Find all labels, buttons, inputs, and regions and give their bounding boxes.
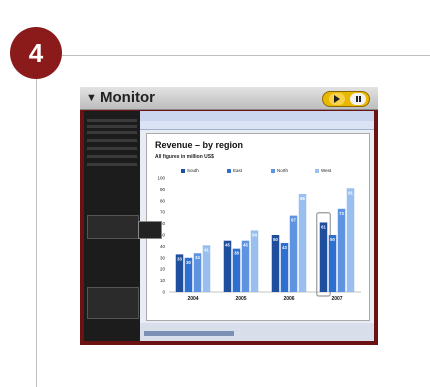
bar-west-2007	[346, 188, 355, 292]
panel-row	[87, 131, 137, 134]
floating-slide-panel[interactable]	[138, 221, 162, 239]
panel-row	[87, 139, 137, 142]
panel-row	[87, 125, 137, 128]
panel-group	[87, 215, 139, 239]
x-category-label: 2007	[331, 296, 342, 302]
y-tick-label: 0	[162, 290, 165, 295]
y-tick-label: 40	[160, 244, 166, 249]
triangle-down-icon[interactable]: ▼	[86, 92, 97, 104]
y-tick-label: 90	[160, 187, 166, 192]
bar-value-label: 61	[321, 224, 326, 229]
bar-value-label: 73	[339, 211, 344, 216]
bar-east-2006	[280, 242, 289, 292]
y-tick-label: 100	[157, 176, 165, 181]
header-divider	[62, 55, 430, 56]
bar-value-label: 45	[225, 243, 230, 248]
bar-west-2005	[250, 230, 259, 292]
slide-canvas: Revenue – by region All figures in milli…	[146, 133, 370, 321]
panel-group	[87, 287, 139, 319]
monitor-screen: Revenue – by region All figures in milli…	[84, 111, 374, 341]
app-toolbar	[140, 121, 374, 130]
panel-row	[87, 155, 137, 158]
taskbar-icons	[144, 331, 234, 336]
bar-north-2005	[241, 240, 250, 292]
bar-value-label: 30	[186, 260, 191, 265]
bar-value-label: 50	[273, 237, 278, 242]
bar-south-2007	[319, 222, 328, 292]
bar-value-label: 38	[234, 251, 239, 256]
panel-row	[87, 147, 137, 150]
x-category-label: 2004	[187, 296, 198, 302]
bar-south-2005	[223, 240, 232, 292]
revenue-bar-chart: 0102030405060708090100333034412004453845…	[157, 176, 361, 302]
slide-title: Revenue – by region	[155, 140, 244, 150]
y-tick-label: 70	[160, 210, 166, 215]
y-tick-label: 10	[160, 278, 166, 283]
app-menu-bar	[140, 111, 374, 121]
play-icon[interactable]	[329, 93, 345, 105]
x-category-label: 2005	[235, 296, 246, 302]
y-tick-label: 20	[160, 267, 166, 272]
panel-row	[87, 119, 137, 122]
bar-value-label: 54	[252, 232, 257, 237]
playback-controls	[322, 91, 370, 107]
bar-east-2007	[328, 235, 337, 292]
step-number-badge: 4	[10, 27, 62, 79]
panel-row	[87, 163, 137, 166]
bar-value-label: 67	[291, 218, 296, 223]
bar-west-2006	[298, 193, 307, 292]
bar-value-label: 86	[300, 196, 305, 201]
bar-value-label: 33	[177, 256, 182, 261]
pause-icon[interactable]	[350, 93, 366, 105]
bar-value-label: 41	[204, 247, 209, 252]
presentation-app-window: Revenue – by region All figures in milli…	[140, 111, 374, 323]
bar-south-2006	[271, 235, 280, 292]
app-status-bar	[140, 323, 374, 341]
step-connector-line	[36, 79, 37, 387]
monitor-title: Monitor	[100, 89, 155, 106]
y-tick-label: 30	[160, 255, 166, 260]
slide-subtitle: All figures in million US$	[155, 154, 214, 160]
bar-value-label: 45	[243, 243, 248, 248]
y-tick-label: 80	[160, 198, 166, 203]
bar-value-label: 43	[282, 245, 287, 250]
bar-north-2006	[289, 215, 298, 292]
presenter-side-panel	[84, 111, 140, 341]
bar-value-label: 34	[195, 255, 200, 260]
bar-value-label: 50	[330, 237, 335, 242]
monitor-frame: ▼ Monitor Revenue – by region All figure…	[80, 87, 378, 345]
x-category-label: 2006	[283, 296, 294, 302]
bar-value-label: 91	[348, 190, 353, 195]
bar-west-2004	[202, 245, 211, 292]
bar-north-2007	[337, 208, 346, 292]
monitor-header: ▼ Monitor	[80, 87, 378, 110]
